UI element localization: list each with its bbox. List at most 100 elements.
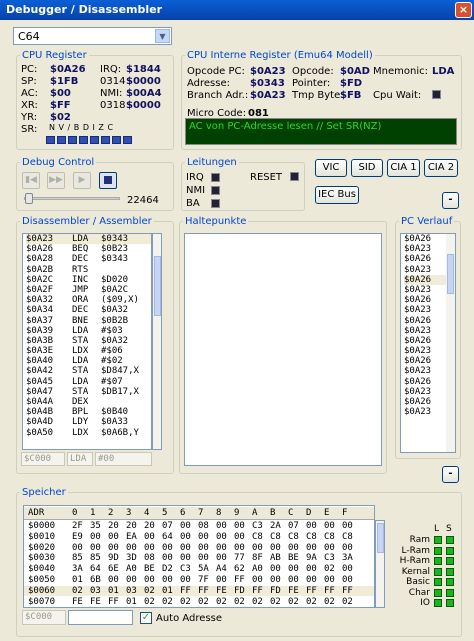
disassembly-row[interactable]: $0A2C INC $D020	[26, 275, 151, 285]
memory-address-input[interactable]: $C000	[22, 610, 66, 625]
memory-row[interactable]: $0060 02 03 01 03 02 01 FF FF FE FD FF FD FE FF FF FF	[24, 585, 374, 597]
memory-row[interactable]: $0020 00 00 00 00 00 00 00 00 00 00 00 00 00 00 00 00	[24, 543, 374, 554]
device-select[interactable]: C64 ▼	[13, 27, 172, 45]
window-title: Debugger / Disassembler	[6, 3, 163, 16]
disassembly-row[interactable]: $0A4B BPL $0B40	[26, 407, 151, 417]
chip-button-sid[interactable]: SID	[351, 159, 383, 177]
disassembly-row[interactable]: $0A28 DEC $0343	[26, 254, 151, 264]
memory-row[interactable]: $0000 2F 35 20 20 20 07 00 08 00 00 C3 2A 07 00 00 00	[24, 521, 374, 532]
disassembly-row[interactable]: $0A39 LDA #$03	[26, 326, 151, 336]
chip-button-cia-2[interactable]: CIA 2	[424, 159, 458, 177]
register-label: XR:	[21, 100, 38, 111]
collapse-button-bottom[interactable]: -	[442, 466, 459, 483]
register-label: 0318	[100, 100, 126, 111]
disassembly-row[interactable]: $0A4A DEX	[26, 397, 151, 407]
memory-map-label: Ram	[409, 535, 430, 545]
memory-byte: C8	[288, 531, 299, 542]
disassembly-row[interactable]: $0A23 LDA $0343	[26, 234, 151, 245]
memory-map-label: IO	[420, 598, 430, 608]
step-back-button[interactable]: ▮◀	[22, 172, 40, 189]
memory-byte: 5A	[198, 564, 209, 575]
asm-opcode-input[interactable]: LDA	[67, 452, 93, 466]
disassembly-row[interactable]: $0A3E LDX #$06	[26, 346, 151, 356]
memory-row[interactable]: $0030 85 85 9D 3D 08 00 00 00 00 77 8F AB BE 9A C3 3A	[24, 553, 374, 564]
stop-button[interactable]	[99, 172, 117, 189]
chip-button-vic[interactable]: VIC	[315, 159, 347, 177]
disassembly-argument: $0A32	[101, 335, 129, 346]
memory-byte: 00	[270, 564, 281, 575]
disassembly-row[interactable]: $0A47 STA $DB17,X	[26, 387, 151, 397]
memory-byte: 00	[342, 564, 353, 575]
disassembler-scrollbar[interactable]	[152, 233, 162, 450]
memory-byte: 01	[126, 596, 137, 607]
chip-button-cia-1[interactable]: CIA 1	[387, 159, 420, 177]
pc-history-list[interactable]: $0A26 $0A23 $0A26 $0A23 $0A26 $0A23 $0A26 $0A23…	[400, 233, 456, 453]
disassembly-row[interactable]: $0A26 BEQ $0B23	[26, 244, 151, 254]
speed-slider-track[interactable]	[24, 197, 120, 200]
pc-history-scrollbar[interactable]	[446, 234, 455, 452]
close-button[interactable]: ×	[455, 2, 472, 18]
disassembler-list[interactable]: $0A23 LDA $0343 $0A26 BEQ $0B23 $0A28 DEC $0343 $…	[22, 233, 152, 450]
memory-byte: 00	[198, 553, 209, 564]
disassembler-title: Disassembler / Assembler	[22, 216, 152, 227]
memory-byte: 00	[216, 542, 227, 553]
memory-byte: 00	[234, 531, 245, 542]
memory-byte: 00	[342, 575, 353, 585]
memory-address: $0040	[28, 564, 56, 575]
disassembly-row[interactable]: $0A40 LDA #$02	[26, 356, 151, 366]
memory-value-input[interactable]	[68, 610, 133, 625]
memory-map-led-s	[446, 567, 454, 576]
disassembly-opcode: INC	[72, 274, 89, 285]
register-value: $0000	[126, 76, 161, 87]
disassembly-row[interactable]: $0A4D LDY $0A33	[26, 417, 151, 427]
memory-byte: 02	[72, 585, 83, 596]
iec-bus-button[interactable]: IEC Bus	[315, 186, 359, 204]
breakpoints-list[interactable]	[184, 233, 382, 466]
memory-byte: 6B	[90, 575, 101, 585]
memory-byte: 00	[306, 575, 317, 585]
memory-column-header: 4	[144, 508, 150, 518]
disassembly-row[interactable]: $0A32 ORA ($09,X)	[26, 295, 151, 305]
memory-byte: E9	[72, 531, 83, 542]
speed-slider-handle[interactable]	[25, 193, 33, 204]
disassembly-row[interactable]: $0A3B STA $0A32	[26, 336, 151, 346]
auto-address-checkbox[interactable]: ✓	[140, 612, 152, 624]
memory-map-label: Basic	[406, 577, 430, 587]
memory-column-header: A	[252, 508, 258, 518]
register-value: $00A4	[126, 88, 162, 99]
memory-map-led-l	[434, 588, 442, 597]
disassembly-row[interactable]: $0A37 BNE $0B2B	[26, 316, 151, 326]
stop-icon	[104, 176, 112, 184]
disassembler-scroll-thumb[interactable]	[154, 256, 161, 316]
memory-byte: 00	[270, 542, 281, 553]
play-button[interactable]: ▶	[73, 172, 91, 189]
fast-forward-icon: ▶▶	[49, 175, 63, 185]
asm-address-input[interactable]: $C000	[21, 452, 65, 466]
memory-row[interactable]: $0050 01 6B 00 00 00 00 00 7F 00 FF 00 00 00 00 00 00	[24, 575, 374, 586]
disassembly-opcode: LDY	[72, 417, 89, 428]
memory-row[interactable]: $0010 E9 00 00 EA 00 64 00 00 00 00 C8 C8 C8 C8 C8 C8	[24, 532, 374, 543]
memory-title: Speicher	[22, 487, 66, 498]
sr-flag-box	[57, 136, 66, 144]
disassembly-row[interactable]: $0A2F JMP $0A2C	[26, 285, 151, 295]
memory-row[interactable]: $0070 FE FE FF 01 02 02 02 02 02 02 02 02 02 02 02 02	[24, 597, 374, 608]
disassembly-address: $0A2F	[26, 284, 54, 295]
asm-argument-input[interactable]: #00	[95, 452, 152, 466]
disassembly-row[interactable]: $0A50 LDX $0A6B,Y	[26, 428, 151, 438]
pc-history-scroll-thumb[interactable]	[447, 254, 454, 294]
memory-byte: 00	[234, 521, 245, 531]
disassembly-row[interactable]: $0A34 DEC $0A32	[26, 305, 151, 315]
collapse-button-top[interactable]: -	[442, 192, 459, 209]
memory-byte: 77	[234, 553, 245, 564]
memory-column-header: 2	[108, 508, 114, 518]
disassembly-row[interactable]: $0A2B RTS	[26, 265, 151, 275]
micro-code-text: AC von PC-Adresse lesen // Set SR(NZ)	[189, 121, 382, 132]
fast-forward-button[interactable]: ▶▶	[47, 172, 65, 189]
memory-map-led-l	[434, 557, 442, 565]
disassembly-row[interactable]: $0A45 LDA #$07	[26, 377, 151, 387]
memory-row[interactable]: $0040 3A 64 6E A0 BE D2 C3 5A A4 62 A0 00 00 00 02 00	[24, 564, 374, 575]
intern-label: Cpu Wait:	[373, 90, 422, 101]
chevron-down-icon[interactable]: ▼	[155, 29, 170, 43]
disassembly-row[interactable]: $0A42 STA $D847,X	[26, 366, 151, 376]
memory-map-led-l	[434, 536, 442, 544]
